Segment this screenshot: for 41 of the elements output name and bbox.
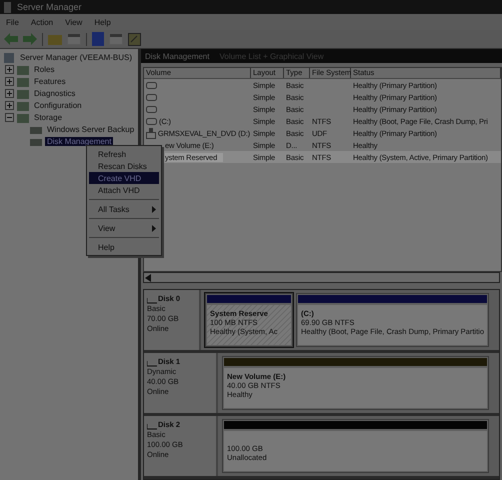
tree-item[interactable]: Features [32,77,68,86]
menu-item[interactable]: Create VHD [89,172,159,184]
menu-item[interactable]: File [6,18,19,26]
dvd-drive-icon [146,128,156,139]
window-title: Server Manager [17,2,82,12]
folder-icon [17,100,29,112]
tree-item[interactable]: Storage [32,113,64,122]
pane-icon[interactable] [67,33,81,45]
menu-item[interactable]: Help [89,241,159,253]
pane-title: Disk Management [145,52,210,61]
drive-icon [146,82,157,89]
scroll-left-icon[interactable] [145,274,151,282]
menu-item[interactable]: View [89,222,159,234]
expand-icon[interactable] [5,65,14,74]
folder-icon [17,112,29,124]
tree-item[interactable]: Disk Management [45,137,114,146]
drive-icon [146,118,157,125]
scrollbar[interactable] [143,272,500,283]
submenu-arrow-icon [152,206,156,212]
tree-item[interactable]: Roles [32,65,56,74]
expand-icon[interactable] [5,77,14,86]
submenu-arrow-icon [152,224,156,232]
menu-item[interactable]: View [65,18,82,26]
menu-item[interactable]: Action [30,18,54,26]
drive-icon [146,94,157,101]
tree-item[interactable]: Server Manager (VEEAM-BUS) [18,53,134,62]
menu-item[interactable]: Help [94,18,111,26]
expand-icon[interactable] [5,101,14,110]
collapse-icon[interactable] [5,113,14,122]
pane-icon[interactable] [109,33,123,45]
properties-icon[interactable] [128,32,141,46]
menu-item[interactable]: Attach VHD [89,184,159,196]
tree-item[interactable]: Windows Server Backup [45,125,136,134]
tree-item[interactable]: Diagnostics [32,89,78,98]
folder-icon [17,88,29,100]
folder-icon [17,64,29,76]
drive-icon [146,106,157,113]
expand-icon[interactable] [5,89,14,98]
folder-icon [17,76,29,88]
tree-item[interactable]: Configuration [32,101,84,110]
menu-item[interactable]: All Tasks [89,203,159,215]
